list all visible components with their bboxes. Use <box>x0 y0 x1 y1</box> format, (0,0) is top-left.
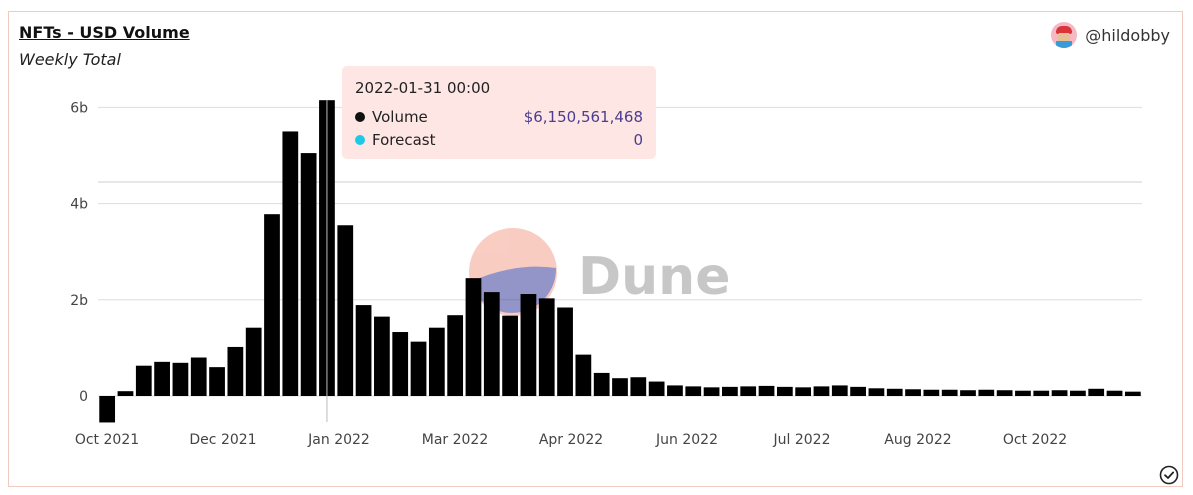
forecast-legend-dot <box>355 135 365 145</box>
x-tick-label: Oct 2021 <box>75 432 139 448</box>
bar[interactable] <box>978 389 995 396</box>
bar[interactable] <box>1015 390 1031 396</box>
bar[interactable] <box>483 292 500 396</box>
bar[interactable] <box>795 387 812 396</box>
bar[interactable] <box>740 386 757 396</box>
bar[interactable] <box>831 385 848 396</box>
bar[interactable] <box>1088 388 1105 396</box>
bar[interactable] <box>282 131 299 396</box>
bar[interactable] <box>612 378 628 396</box>
bar[interactable] <box>520 294 537 396</box>
bar[interactable] <box>300 153 317 396</box>
bar[interactable] <box>685 386 702 396</box>
bar[interactable] <box>465 278 482 396</box>
bar[interactable] <box>355 305 372 396</box>
bar[interactable] <box>99 396 116 423</box>
volume-legend-dot <box>355 112 365 122</box>
tooltip-date: 2022-01-31 00:00 <box>355 79 491 97</box>
tooltip-volume-value: $6,150,561,468 <box>523 108 643 126</box>
bar[interactable] <box>758 385 775 396</box>
check-circle-icon[interactable] <box>1159 465 1179 485</box>
bar[interactable] <box>886 388 903 396</box>
bar[interactable] <box>190 357 207 396</box>
bar[interactable] <box>703 387 720 396</box>
bar[interactable] <box>941 389 958 396</box>
bar[interactable] <box>722 386 738 396</box>
bar[interactable] <box>813 386 830 396</box>
bar[interactable] <box>776 386 793 396</box>
bar[interactable] <box>905 389 921 396</box>
bar[interactable] <box>502 315 518 396</box>
x-tick-label: Mar 2022 <box>422 432 489 448</box>
chart-tooltip: 2022-01-31 00:00 Volume $6,150,561,468 F… <box>342 66 656 159</box>
x-tick-label: Apr 2022 <box>539 432 603 448</box>
bar[interactable] <box>227 346 244 396</box>
bar[interactable] <box>410 341 427 396</box>
tooltip-row-forecast: Forecast 0 <box>355 131 643 149</box>
bar[interactable] <box>154 361 170 396</box>
bar[interactable] <box>209 367 225 396</box>
tooltip-row-volume: Volume $6,150,561,468 <box>355 108 643 126</box>
x-tick-label: Jan 2022 <box>307 432 370 448</box>
bar[interactable] <box>374 316 390 396</box>
bar[interactable] <box>135 365 152 396</box>
bar[interactable] <box>923 389 940 396</box>
bar[interactable] <box>648 381 665 396</box>
x-tick-label: Aug 2022 <box>884 432 951 448</box>
bar[interactable] <box>172 362 189 396</box>
tooltip-forecast-value: 0 <box>633 131 643 149</box>
bar[interactable] <box>1106 390 1123 396</box>
bar[interactable] <box>1070 390 1086 396</box>
watermark-text: Dune <box>578 247 730 307</box>
bar[interactable] <box>538 298 555 396</box>
x-tick-label: Jun 2022 <box>655 432 718 448</box>
y-tick-label: 0 <box>79 389 88 405</box>
bar[interactable] <box>1051 390 1068 396</box>
x-tick-label: Oct 2022 <box>1003 432 1067 448</box>
bar[interactable] <box>447 315 464 396</box>
x-tick-label: Jul 2022 <box>773 432 831 448</box>
bar[interactable] <box>868 388 885 396</box>
bar[interactable] <box>245 327 262 396</box>
bar[interactable] <box>1124 391 1141 396</box>
bar[interactable] <box>337 225 354 396</box>
bar[interactable] <box>1033 390 1050 396</box>
bar[interactable] <box>117 391 134 396</box>
bar[interactable] <box>593 372 610 396</box>
bar[interactable] <box>264 214 280 396</box>
bar[interactable] <box>630 377 647 396</box>
bar[interactable] <box>392 332 409 396</box>
y-tick-label: 4b <box>70 197 88 213</box>
bar[interactable] <box>667 385 683 396</box>
bar[interactable] <box>960 390 976 396</box>
y-tick-label: 6b <box>70 100 88 116</box>
dune-watermark: Dune <box>469 228 730 316</box>
bar[interactable] <box>557 307 573 397</box>
tooltip-forecast-label: Forecast <box>372 131 436 149</box>
bar[interactable] <box>575 354 592 396</box>
bar[interactable] <box>850 386 866 396</box>
x-tick-label: Dec 2021 <box>189 432 256 448</box>
y-tick-label: 2b <box>70 293 88 309</box>
bar[interactable] <box>428 327 445 396</box>
bar[interactable] <box>996 390 1013 396</box>
tooltip-volume-label: Volume <box>372 108 428 126</box>
